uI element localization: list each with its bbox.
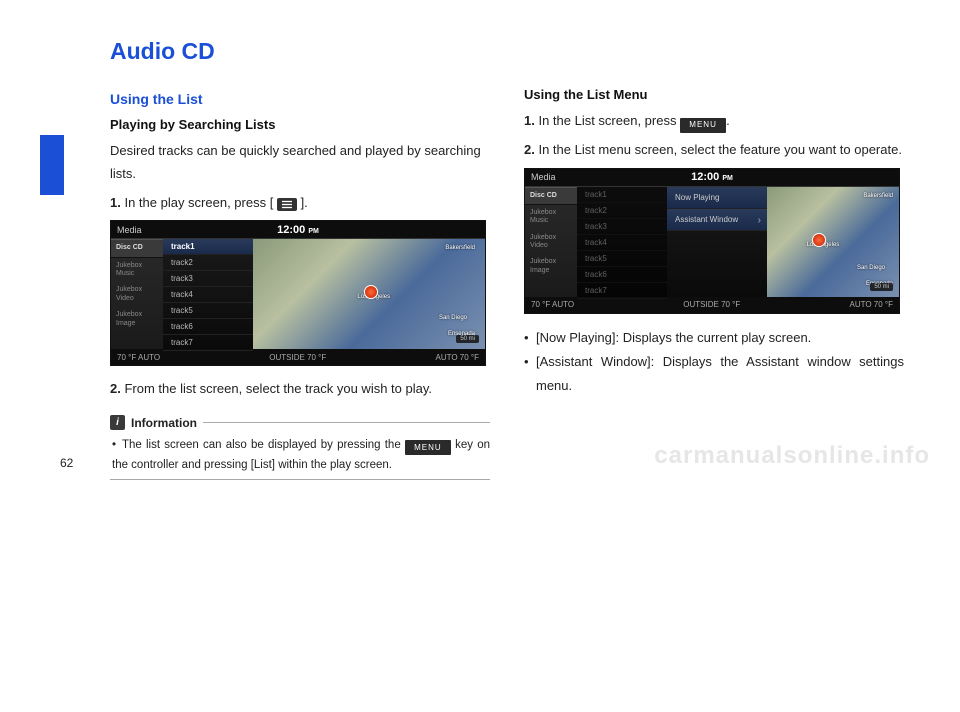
- track-row: track1: [163, 239, 253, 255]
- step-suffix: ].: [301, 195, 308, 210]
- ss-tracklist-dimmed: track1 track2 track3 track4 track5 track…: [577, 187, 667, 297]
- sidebar-item: Jukebox Music: [111, 258, 163, 283]
- intro-text: Desired tracks can be quickly searched a…: [110, 140, 490, 186]
- menu-key-icon: MENU: [680, 118, 726, 133]
- track-row: track2: [163, 255, 253, 271]
- step-suffix: .: [726, 113, 730, 128]
- sidebar-item: Jukebox Music: [525, 205, 577, 230]
- right-column: Using the List Menu 1. In the List scree…: [524, 38, 904, 480]
- left-step-2: 2. From the list screen, select the trac…: [110, 378, 490, 401]
- bullet-now-playing: [Now Playing]: Displays the current play…: [524, 326, 904, 350]
- footer-right: AUTO 70 °F: [849, 300, 893, 309]
- right-step-2: 2. In the List menu screen, select the f…: [524, 139, 904, 162]
- list-icon: [277, 198, 297, 211]
- step-number: 2.: [110, 381, 121, 396]
- track-row: track6: [577, 267, 667, 283]
- footer-mid: OUTSIDE 70 °F: [683, 300, 740, 309]
- step-text: In the List menu screen, select the feat…: [535, 142, 902, 157]
- sidebar-item: Disc CD: [111, 239, 163, 257]
- map-marker-icon: [812, 233, 826, 247]
- using-the-list-heading: Using the List: [110, 91, 490, 107]
- info-text: The list screen can also be displayed by…: [122, 439, 405, 451]
- sidebar-item: Jukebox Video: [111, 282, 163, 307]
- ss-tracklist: track1 track2 track3 track4 track5 track…: [163, 239, 253, 349]
- track-row: track6: [163, 319, 253, 335]
- ss-popup-menu: Now Playing Assistant Window: [667, 187, 767, 297]
- track-row: track5: [163, 303, 253, 319]
- info-header: i Information: [110, 415, 490, 430]
- divider: [110, 479, 490, 480]
- track-row: track4: [163, 287, 253, 303]
- city-label: San Diego: [439, 315, 467, 321]
- info-title: Information: [131, 416, 197, 430]
- info-icon: i: [110, 415, 125, 430]
- track-row: track4: [577, 235, 667, 251]
- step-number: 1.: [524, 113, 535, 128]
- city-label: Bakersfield: [863, 193, 893, 199]
- step-text: From the list screen, select the track y…: [121, 381, 432, 396]
- menu-item-now-playing: Now Playing: [667, 187, 767, 209]
- list-screen-screenshot: Media 12:00 PM Disc CD Jukebox Music Juk…: [110, 220, 486, 366]
- track-row: track2: [577, 203, 667, 219]
- page-title: Audio CD: [110, 38, 490, 65]
- media-label: Media: [117, 225, 187, 235]
- city-label: Bakersfield: [445, 245, 475, 251]
- menu-item-assistant-window: Assistant Window: [667, 209, 767, 231]
- track-row: track7: [577, 283, 667, 299]
- ss-map: Bakersfield Los Angeles San Diego Ensena…: [253, 239, 485, 349]
- section-tab: [40, 135, 64, 195]
- left-step-1: 1. In the play screen, press [ ].: [110, 192, 490, 215]
- ss-header: Media 12:00 PM: [111, 221, 485, 239]
- sidebar-item: Disc CD: [525, 187, 577, 205]
- track-row: track3: [577, 219, 667, 235]
- list-menu-screenshot: Media 12:00 PM Disc CD Jukebox Music Juk…: [524, 168, 900, 314]
- ss-sidebar: Disc CD Jukebox Music Jukebox Video Juke…: [525, 187, 577, 297]
- right-step-1: 1. In the List screen, press MENU.: [524, 110, 904, 133]
- menu-key-icon: MENU: [405, 440, 451, 455]
- feature-bullets: [Now Playing]: Displays the current play…: [524, 326, 904, 398]
- info-body: •The list screen can also be displayed b…: [110, 436, 490, 475]
- map-scale: 50 mi: [870, 283, 893, 291]
- city-label: San Diego: [857, 265, 885, 271]
- map-scale: 50 mi: [456, 335, 479, 343]
- footer-mid: OUTSIDE 70 °F: [269, 353, 326, 362]
- step-number: 2.: [524, 142, 535, 157]
- ss-header: Media 12:00 PM: [525, 169, 899, 187]
- divider: [203, 422, 490, 423]
- sidebar-item: Jukebox Video: [525, 230, 577, 255]
- sidebar-item: Jukebox Image: [111, 307, 163, 332]
- track-row: track7: [163, 335, 253, 351]
- clock: 12:00 PM: [277, 224, 319, 236]
- footer-left: 70 °F AUTO: [531, 300, 574, 309]
- clock: 12:00 PM: [691, 171, 733, 183]
- track-row: track1: [577, 187, 667, 203]
- ss-sidebar: Disc CD Jukebox Music Jukebox Video Juke…: [111, 239, 163, 349]
- ss-footer: 70 °F AUTO OUTSIDE 70 °F AUTO 70 °F: [111, 349, 485, 365]
- footer-right: AUTO 70 °F: [435, 353, 479, 362]
- track-row: track5: [577, 251, 667, 267]
- ss-footer: 70 °F AUTO OUTSIDE 70 °F AUTO 70 °F: [525, 297, 899, 313]
- ss-map: Bakersfield Los Angeles San Diego Ensena…: [767, 187, 899, 297]
- media-label: Media: [531, 172, 601, 182]
- step-text: In the List screen, press: [535, 113, 680, 128]
- using-list-menu-heading: Using the List Menu: [524, 87, 904, 102]
- left-column: Audio CD Using the List Playing by Searc…: [110, 38, 490, 480]
- page-number: 62: [60, 456, 73, 470]
- playing-by-searching-heading: Playing by Searching Lists: [110, 117, 490, 132]
- bullet-assistant-window: [Assistant Window]: Displays the Assista…: [524, 350, 904, 398]
- step-number: 1.: [110, 195, 121, 210]
- sidebar-item: Jukebox Image: [525, 254, 577, 279]
- track-row: track3: [163, 271, 253, 287]
- footer-left: 70 °F AUTO: [117, 353, 160, 362]
- step-text: In the play screen, press [: [121, 195, 273, 210]
